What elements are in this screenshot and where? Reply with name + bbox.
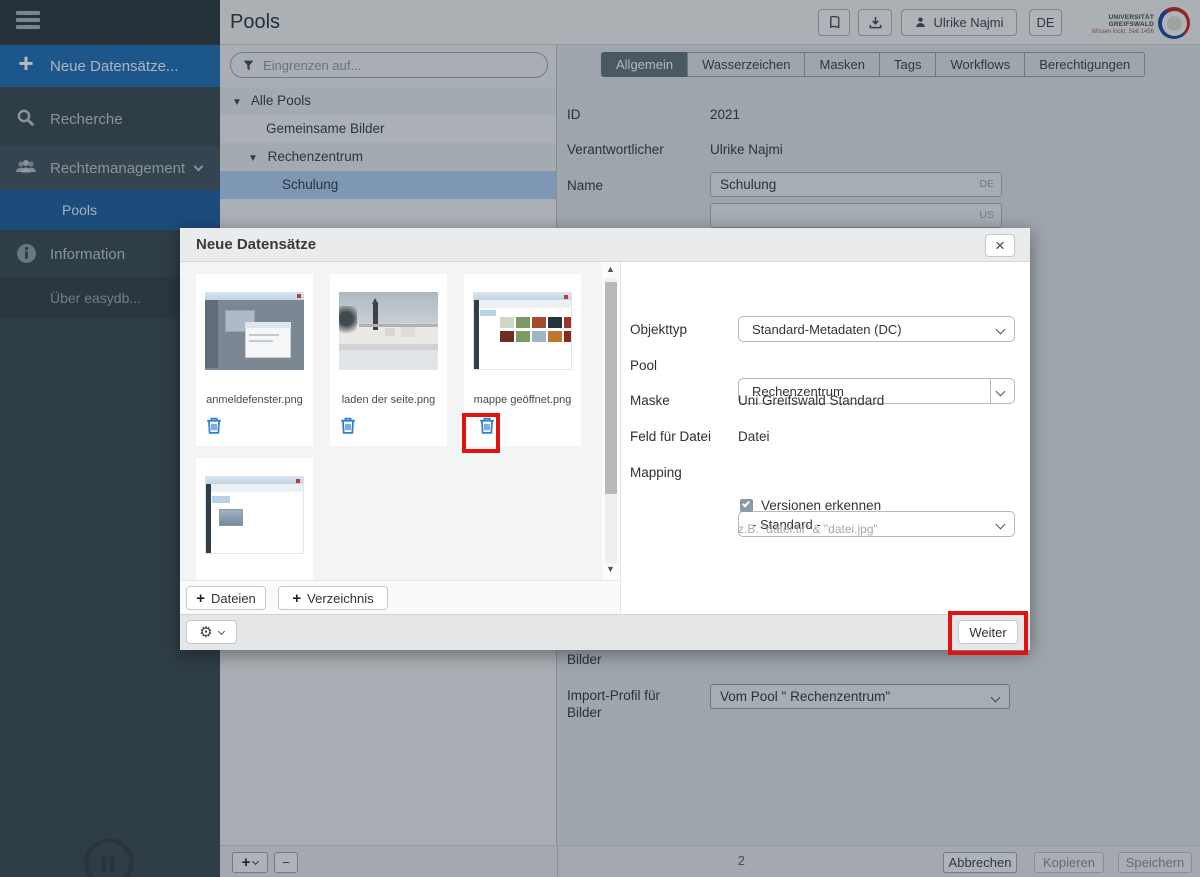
modal-footer: ⚙ Weiter xyxy=(180,614,1030,650)
close-button[interactable]: × xyxy=(985,234,1015,257)
settings-dropdown-button[interactable]: ⚙ xyxy=(186,620,237,644)
scroll-down-icon[interactable]: ▼ xyxy=(606,564,615,574)
maske-value: Uni Greifswald Standard xyxy=(738,393,884,408)
file-list: anmeldefenster.png laden der seite.png xyxy=(180,262,602,580)
add-files-button[interactable]: + Dateien xyxy=(186,586,266,610)
versionen-checkbox[interactable] xyxy=(740,499,753,512)
file-card-anmeldefenster[interactable]: anmeldefenster.png xyxy=(196,274,313,446)
add-directory-button[interactable]: + Verzeichnis xyxy=(278,586,388,610)
file-list-scrollbar[interactable]: ▲ ▼ xyxy=(602,262,620,580)
chevron-down-icon xyxy=(996,325,1006,335)
check-icon xyxy=(742,500,750,508)
file-actions-row: + Dateien + Verzeichnis xyxy=(180,580,620,614)
objekttyp-select[interactable]: Standard-Metadaten (DC) xyxy=(738,316,1015,342)
easydb-app: Pools Ulrike Najmi DE UNIVERSITÄT GREIFS… xyxy=(0,0,1200,877)
delete-file-button[interactable] xyxy=(205,416,227,438)
file-thumbnail xyxy=(205,292,304,370)
file-card-laden-der-seite[interactable]: laden der seite.png xyxy=(330,274,447,446)
file-thumbnail xyxy=(205,476,304,554)
delete-file-button[interactable] xyxy=(339,416,361,438)
neue-datensaetze-modal: Neue Datensätze × anmeldefenster.png xyxy=(180,228,1030,650)
trash-icon xyxy=(339,416,357,435)
maske-label: Maske xyxy=(630,393,670,408)
chevron-down-icon xyxy=(996,520,1006,530)
button-label: Verzeichnis xyxy=(307,591,373,606)
plus-icon: + xyxy=(292,590,301,607)
versionen-hint: z.B. "datei.tif" & "datei.jpg" xyxy=(738,522,878,536)
objekttyp-value: Standard-Metadaten (DC) xyxy=(752,322,902,337)
pool-label: Pool xyxy=(630,358,657,373)
chevron-down-icon xyxy=(218,627,225,634)
feld-fuer-datei-label: Feld für Datei xyxy=(630,429,711,444)
scrollbar-thumb[interactable] xyxy=(605,282,617,494)
file-card-partial[interactable] xyxy=(196,458,313,580)
annotation-box-weiter xyxy=(948,611,1028,655)
file-thumbnail xyxy=(339,292,438,370)
annotation-box-trash xyxy=(462,413,500,453)
feld-fuer-datei-value: Datei xyxy=(738,429,770,444)
modal-header: Neue Datensätze × xyxy=(180,228,1030,262)
versionen-label: Versionen erkennen xyxy=(761,498,881,513)
file-name: laden der seite.png xyxy=(330,394,447,406)
file-name: anmeldefenster.png xyxy=(196,394,313,406)
file-name: mappe geöffnet.png xyxy=(464,394,581,406)
import-settings-form: Objekttyp Standard-Metadaten (DC) Pool R… xyxy=(621,262,1030,614)
close-icon: × xyxy=(995,236,1005,255)
file-thumbnail xyxy=(473,292,572,370)
button-label: Dateien xyxy=(211,591,256,606)
trash-icon xyxy=(205,416,223,435)
scroll-up-icon[interactable]: ▲ xyxy=(606,264,615,274)
mapping-label: Mapping xyxy=(630,465,682,480)
modal-title: Neue Datensätze xyxy=(196,228,316,262)
objekttyp-label: Objekttyp xyxy=(630,322,687,337)
plus-icon: + xyxy=(196,590,205,607)
gear-icon: ⚙ xyxy=(199,623,212,641)
